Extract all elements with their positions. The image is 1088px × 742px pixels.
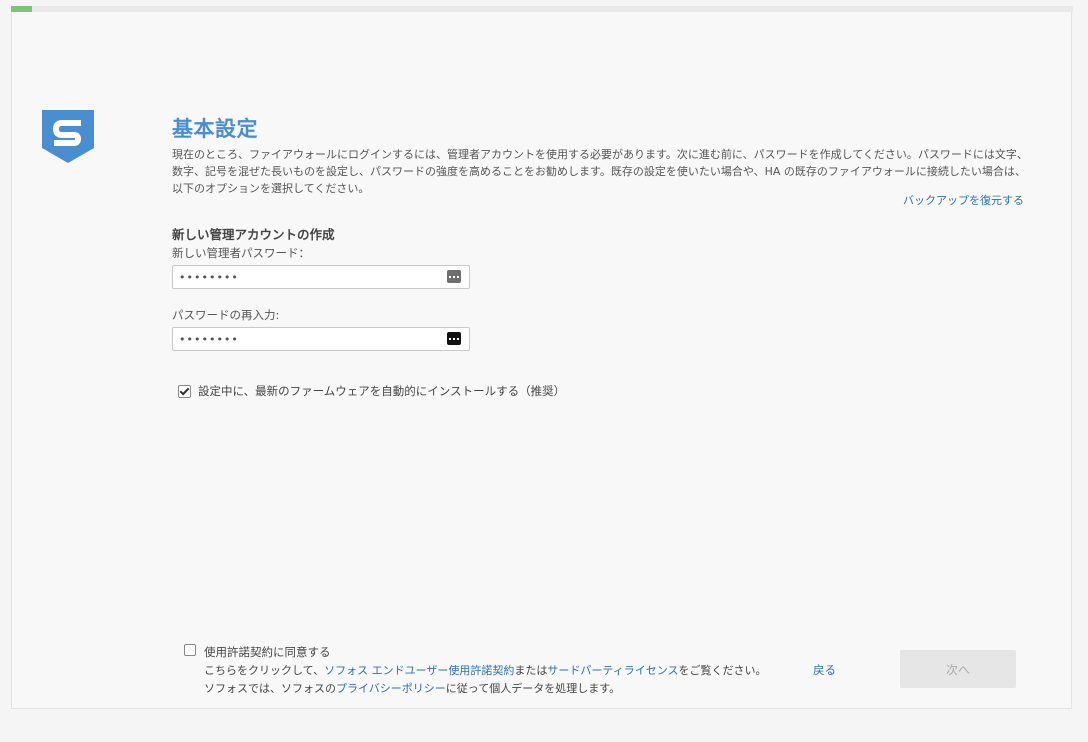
firmware-update-checkbox[interactable] (178, 384, 191, 398)
next-button[interactable]: 次へ (900, 650, 1016, 688)
license-agree-label: 使用許諾契約に同意する (204, 645, 331, 659)
firmware-update-label: 設定中に、最新のファームウェアを自動的にインストールする（推奨） (198, 384, 566, 398)
privacy-info-line: ソフォスでは、ソフォスのプライバシーポリシーに従って個人データを処理します。 (204, 680, 620, 696)
firmware-update-option[interactable]: 設定中に、最新のファームウェアを自動的にインストールする（推奨） (178, 383, 565, 399)
confirm-password-label: パスワードの再入力: (172, 308, 280, 322)
privacy-text: に従って個人データを処理します。 (445, 682, 621, 695)
password-input[interactable] (179, 268, 439, 286)
license-text: または (514, 664, 548, 677)
license-text: をご覧ください。 (678, 664, 767, 677)
page-title: 基本設定 (172, 117, 258, 141)
page-description: 現在のところ、ファイアウォールにログインするには、管理者アカウントを使用する必要… (172, 148, 1028, 195)
license-agree-checkbox[interactable] (184, 644, 196, 656)
confirm-password-input[interactable] (179, 330, 439, 348)
show-password-icon[interactable] (447, 332, 461, 345)
eula-link[interactable]: ソフォス エンドユーザー使用許諾契約 (324, 664, 514, 677)
password-field[interactable] (172, 265, 470, 289)
password-label: 新しい管理者パスワード： (172, 246, 310, 260)
sophos-shield-icon (42, 110, 94, 163)
back-button[interactable]: 戻る (813, 662, 836, 678)
show-password-icon[interactable] (447, 270, 461, 283)
restore-backup-link[interactable]: バックアップを復元する (903, 192, 1024, 208)
setup-panel (11, 12, 1072, 709)
third-party-license-link[interactable]: サードパーティライセンス (547, 664, 678, 677)
confirm-password-field[interactable] (172, 327, 470, 351)
license-text: こちらをクリックして、 (204, 664, 325, 677)
section-heading: 新しい管理アカウントの作成 (172, 227, 335, 242)
privacy-policy-link[interactable]: プライバシーポリシー (336, 682, 446, 695)
license-info-line: こちらをクリックして、ソフォス エンドユーザー使用許諾契約またはサードパーティラ… (204, 662, 767, 678)
privacy-text: ソフォスでは、ソフォスの (204, 682, 336, 695)
